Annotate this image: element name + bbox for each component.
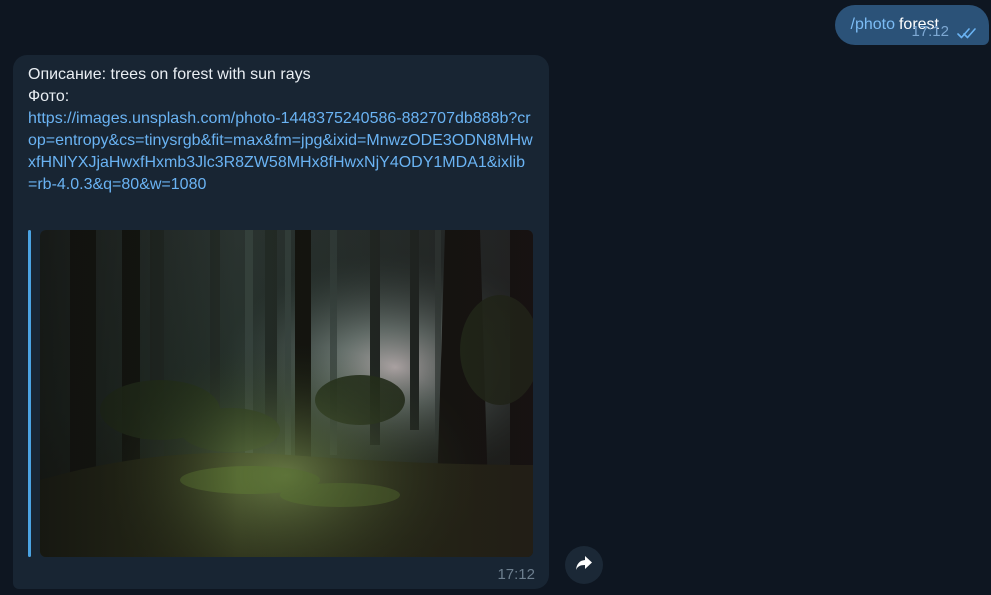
preview-accent-bar (28, 230, 31, 557)
incoming-message[interactable]: Описание: trees on forest with sun rays … (13, 55, 549, 589)
chat-window: /photo forest 17:12 Описание: trees on f… (0, 0, 991, 595)
outgoing-message-time: 17:12 (911, 23, 949, 40)
incoming-message-time: 17:12 (497, 566, 535, 583)
outgoing-message-meta: 17:12 (911, 23, 979, 40)
description-line: Описание: trees on forest with sun rays (28, 66, 311, 83)
link-preview[interactable] (28, 230, 533, 557)
photo-link[interactable]: https://images.unsplash.com/photo-144837… (28, 108, 534, 196)
incoming-message-text: Описание: trees on forest with sun rays … (28, 64, 536, 196)
photo-label: Фото: (28, 88, 70, 105)
forest-preview-image[interactable] (40, 230, 533, 557)
share-arrow-icon (575, 555, 593, 576)
bot-command-link[interactable]: /photo (851, 16, 895, 34)
double-check-icon (957, 26, 979, 38)
forward-button[interactable] (565, 546, 603, 584)
